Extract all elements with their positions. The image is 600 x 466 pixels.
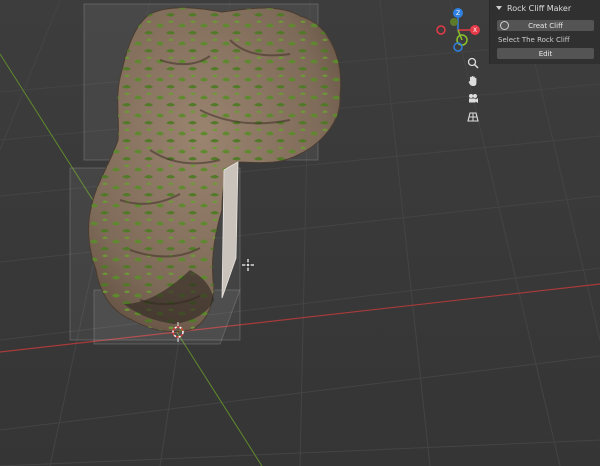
- create-cliff-label: Creat Cliff: [528, 21, 563, 30]
- neg-x-axis-ball[interactable]: [436, 25, 446, 35]
- chevron-down-icon[interactable]: [496, 6, 502, 10]
- rock-cliff-maker-panel: Rock Cliff Maker Creat Cliff Select The …: [489, 0, 600, 64]
- navigation-gizmo[interactable]: Z X: [432, 4, 484, 54]
- z-axis-label: Z: [456, 10, 460, 17]
- edit-button[interactable]: Edit: [497, 48, 594, 59]
- create-cliff-button[interactable]: Creat Cliff: [497, 20, 594, 31]
- edit-label: Edit: [538, 49, 553, 58]
- neg-z-axis-ball[interactable]: [453, 42, 463, 52]
- viewport-scene[interactable]: [0, 0, 600, 466]
- zoom-icon[interactable]: [464, 54, 482, 72]
- 3d-viewport[interactable]: Z X Rock Cliff Maker Creat Cliff Select …: [0, 0, 600, 466]
- panel-header[interactable]: Rock Cliff Maker: [490, 0, 600, 16]
- x-axis-label: X: [473, 27, 477, 34]
- rock-icon: [500, 21, 509, 30]
- panel-title: Rock Cliff Maker: [507, 3, 572, 13]
- hand-pan-icon[interactable]: [464, 72, 482, 90]
- grid-view-icon[interactable]: [464, 108, 482, 126]
- camera-icon[interactable]: [464, 90, 482, 108]
- select-rock-cliff-label: Select The Rock Cliff: [498, 36, 570, 44]
- neg-y-axis-ball[interactable]: [450, 18, 458, 26]
